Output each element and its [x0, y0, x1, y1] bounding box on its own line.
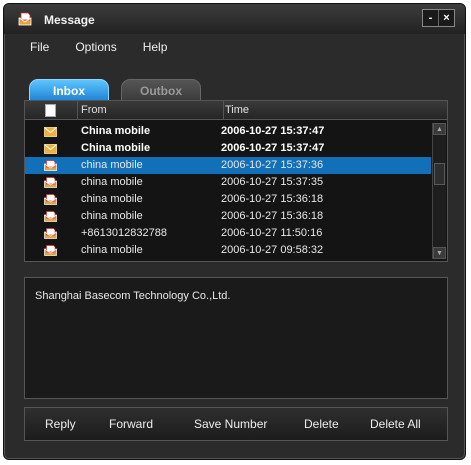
message-list: From Time China mobile 2006-10-27 15:37:4…: [24, 100, 448, 262]
app-envelope-icon: [18, 12, 32, 26]
row-from: china mobile: [81, 159, 143, 171]
action-bar: Reply Forward Save Number Delete Delete …: [24, 407, 448, 441]
message-rows: China mobile 2006-10-27 15:37:47 China mob…: [25, 123, 431, 259]
menu-bar: File Options Help: [4, 36, 465, 58]
unread-mail-icon: [44, 144, 57, 154]
list-header: From Time: [25, 101, 447, 120]
read-mail-icon: [44, 211, 57, 222]
row-time: 2006-10-27 15:36:18: [221, 210, 324, 222]
row-time: 2006-10-27 15:37:47: [221, 125, 325, 137]
read-mail-icon: [44, 160, 57, 171]
reply-button[interactable]: Reply: [45, 417, 76, 431]
unread-mail-icon: [44, 127, 57, 137]
close-button[interactable]: ×: [438, 10, 454, 26]
row-from: China mobile: [81, 125, 151, 137]
delete-all-button[interactable]: Delete All: [370, 417, 421, 431]
row-from: china mobile: [81, 210, 143, 222]
row-time: 2006-10-27 15:37:47: [221, 142, 325, 154]
table-row[interactable]: china mobile 2006-10-27 15:37:35: [25, 174, 431, 191]
scroll-up-button[interactable]: ▲: [433, 123, 446, 135]
window-title: Message: [44, 13, 95, 27]
document-icon: [45, 104, 56, 117]
column-header-from[interactable]: From: [77, 101, 224, 119]
table-row[interactable]: China mobile 2006-10-27 15:37:47: [25, 123, 431, 140]
row-from: china mobile: [81, 176, 143, 188]
column-header-time[interactable]: Time: [221, 101, 445, 119]
row-time: 2006-10-27 15:36:18: [221, 193, 324, 205]
window-controls: - ×: [422, 9, 455, 27]
table-row[interactable]: china mobile 2006-10-27 09:58:32: [25, 242, 431, 259]
delete-button[interactable]: Delete: [304, 417, 339, 431]
table-row[interactable]: china mobile 2006-10-27 15:37:36: [25, 157, 431, 174]
forward-button[interactable]: Forward: [109, 417, 153, 431]
menu-options[interactable]: Options: [62, 36, 129, 58]
minimize-button[interactable]: -: [423, 10, 438, 26]
row-time: 2006-10-27 15:37:35: [221, 176, 324, 188]
menu-file[interactable]: File: [4, 36, 62, 58]
preview-text: Shanghai Basecom Technology Co.,Ltd.: [35, 290, 231, 302]
table-row[interactable]: China mobile 2006-10-27 15:37:47: [25, 140, 431, 157]
menu-help[interactable]: Help: [130, 36, 181, 58]
read-mail-icon: [44, 245, 57, 256]
row-time: 2006-10-27 09:58:32: [221, 244, 324, 256]
read-mail-icon: [44, 194, 57, 205]
message-window: Message - × File Options Help Inbox Outb…: [3, 3, 466, 460]
save-number-button[interactable]: Save Number: [194, 417, 267, 431]
row-from: China mobile: [81, 142, 151, 154]
scroll-thumb[interactable]: [434, 163, 445, 185]
row-from: china mobile: [81, 244, 143, 256]
message-preview[interactable]: Shanghai Basecom Technology Co.,Ltd.: [24, 277, 448, 399]
read-mail-icon: [44, 177, 57, 188]
table-row[interactable]: +8613012832788 2006-10-27 11:50:16: [25, 225, 431, 242]
table-row[interactable]: china mobile 2006-10-27 15:36:18: [25, 191, 431, 208]
scroll-down-button[interactable]: ▼: [433, 247, 446, 259]
table-row[interactable]: china mobile 2006-10-27 15:36:18: [25, 208, 431, 225]
row-from: china mobile: [81, 193, 143, 205]
column-header-icon[interactable]: [25, 101, 78, 119]
read-mail-icon: [44, 228, 57, 239]
title-bar[interactable]: Message - ×: [4, 4, 465, 34]
row-from: +8613012832788: [81, 227, 167, 239]
row-time: 2006-10-27 11:50:16: [221, 227, 323, 239]
list-scrollbar[interactable]: ▲ ▼: [432, 123, 446, 259]
row-time: 2006-10-27 15:37:36: [221, 159, 324, 171]
